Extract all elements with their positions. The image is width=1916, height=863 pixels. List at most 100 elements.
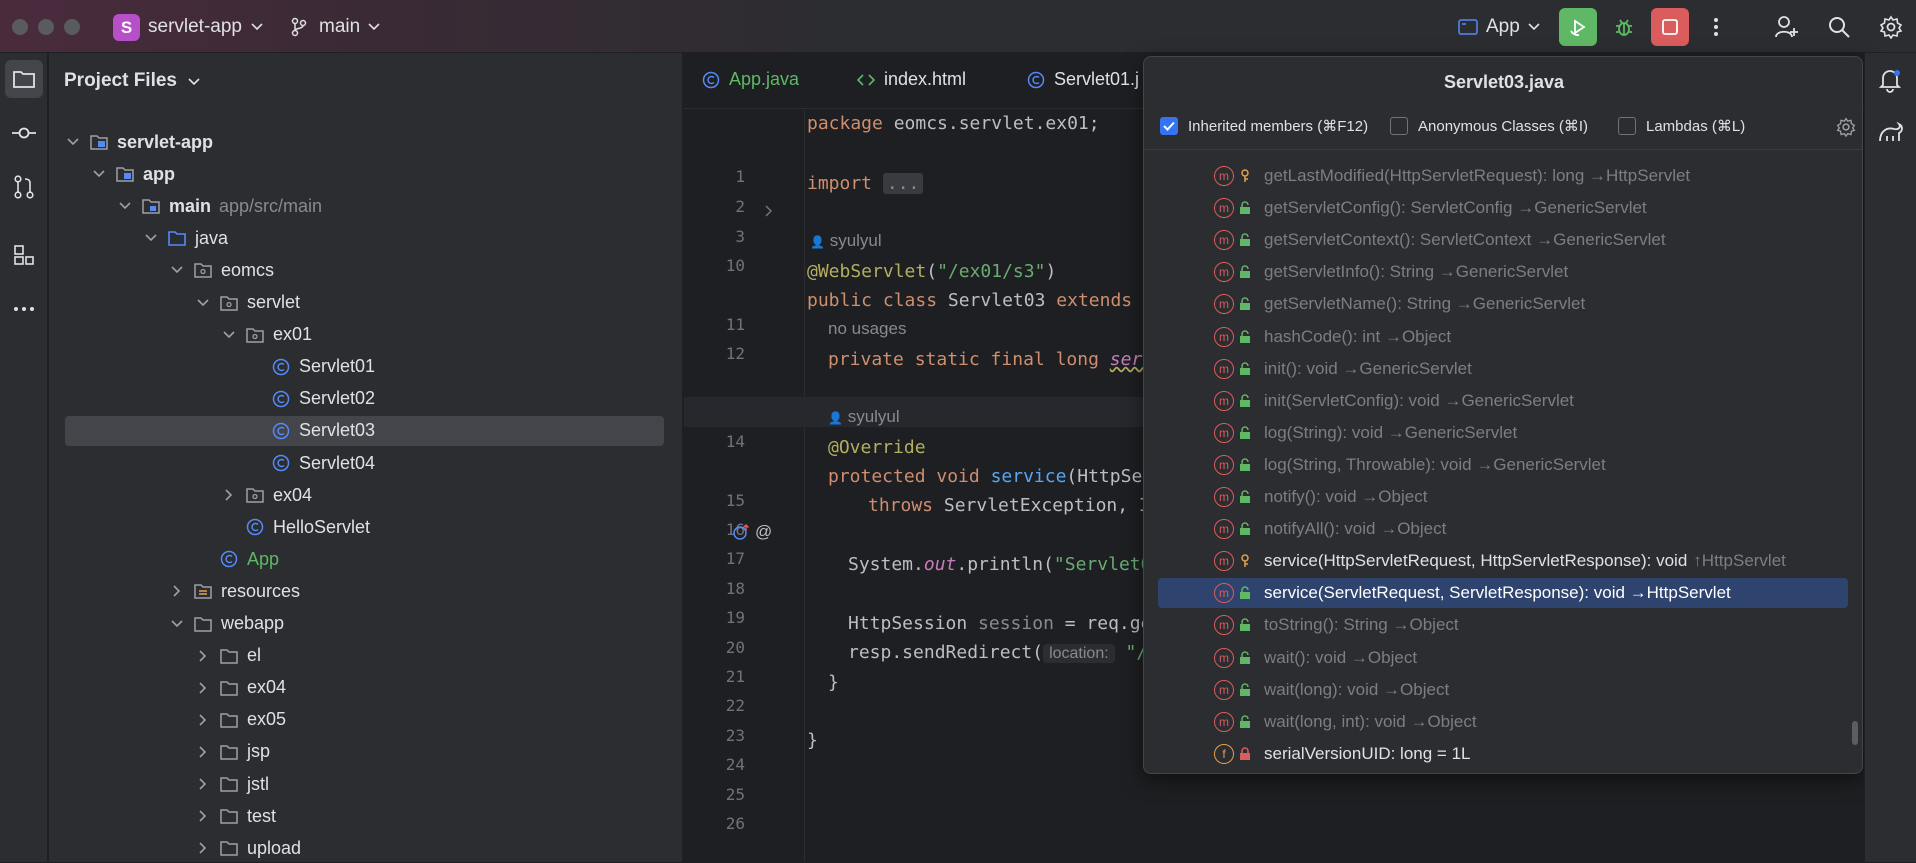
tree-item[interactable]: jsp bbox=[49, 737, 669, 767]
member-item[interactable]: m service(ServletRequest, ServletResponse… bbox=[1158, 578, 1848, 609]
lambdas-checkbox[interactable]: Lambdas (⌘L) bbox=[1618, 117, 1745, 135]
tab-servlet01-java[interactable]: Servlet01.j bbox=[1026, 69, 1139, 90]
chevron-right-icon[interactable] bbox=[195, 744, 211, 760]
chevron-down-icon[interactable] bbox=[1524, 14, 1544, 40]
member-item[interactable]: m getLastModified(HttpServletRequest): lo… bbox=[1158, 161, 1848, 191]
chevron-down-icon[interactable] bbox=[65, 134, 81, 150]
member-item[interactable]: m wait(long, int): void →Object bbox=[1158, 707, 1848, 737]
debug-button[interactable] bbox=[1605, 8, 1643, 46]
code-line-17[interactable]: throws ServletException, IO bbox=[868, 495, 1161, 516]
chevron-right-icon[interactable] bbox=[195, 808, 211, 824]
scrollbar-thumb[interactable] bbox=[1852, 721, 1858, 745]
code-line-15[interactable]: @Override bbox=[828, 437, 926, 458]
code-line-23[interactable]: } bbox=[828, 672, 839, 693]
popup-settings-button[interactable] bbox=[1836, 117, 1856, 142]
code-line-21[interactable]: HttpSession session = req.getS bbox=[848, 613, 1173, 634]
code-line-3[interactable]: import ... bbox=[807, 173, 924, 194]
chevron-down-icon[interactable] bbox=[91, 166, 107, 182]
code-line-13[interactable]: private static final long seria bbox=[828, 349, 1164, 370]
member-item[interactable]: m getServletName(): String →GenericServle… bbox=[1158, 289, 1848, 319]
branch-name[interactable]: main bbox=[319, 16, 360, 38]
tree-item[interactable]: Servlet01 bbox=[49, 352, 669, 382]
chevron-down-icon[interactable] bbox=[195, 295, 211, 311]
tree-item[interactable]: Servlet03 bbox=[65, 415, 664, 446]
chevron-down-icon[interactable] bbox=[143, 230, 159, 246]
tab-index-html[interactable]: index.html bbox=[856, 69, 966, 90]
author-hint[interactable]: 👤 syulyul bbox=[828, 407, 900, 427]
member-item[interactable]: m getServletContext(): ServletContext →Ge… bbox=[1158, 225, 1848, 255]
chevron-down-icon[interactable] bbox=[221, 327, 237, 343]
chevron-right-icon[interactable] bbox=[195, 712, 211, 728]
chevron-right-icon[interactable] bbox=[195, 840, 211, 856]
tree-item[interactable]: HelloServlet bbox=[49, 512, 669, 542]
tree-item[interactable]: upload bbox=[49, 833, 669, 863]
tree-item[interactable]: jstl bbox=[49, 769, 669, 799]
minimize-window-button[interactable] bbox=[38, 19, 54, 35]
notifications-button[interactable] bbox=[1877, 67, 1903, 98]
member-item[interactable]: m wait(): void →Object bbox=[1158, 643, 1848, 673]
tree-item[interactable]: resources bbox=[49, 576, 669, 606]
code-line-16[interactable]: protected void service(HttpServ bbox=[828, 466, 1164, 487]
tree-item[interactable]: Servlet04 bbox=[49, 448, 669, 478]
more-actions-button[interactable] bbox=[1697, 8, 1735, 46]
member-item[interactable]: m getServletConfig(): ServletConfig →Gene… bbox=[1158, 193, 1848, 223]
chevron-right-icon[interactable] bbox=[195, 648, 211, 664]
close-window-button[interactable] bbox=[12, 19, 28, 35]
code-line-11[interactable]: @WebServlet("/ex01/s3") bbox=[807, 261, 1056, 282]
chevron-down-icon[interactable] bbox=[169, 262, 185, 278]
anonymous-classes-checkbox[interactable]: Anonymous Classes (⌘I) bbox=[1390, 117, 1588, 135]
code-line-25[interactable]: } bbox=[807, 730, 818, 751]
member-item[interactable]: m hashCode(): int →Object bbox=[1158, 322, 1848, 352]
tree-item[interactable]: ex01 bbox=[49, 320, 669, 350]
member-item[interactable]: m log(String): void →GenericServlet bbox=[1158, 418, 1848, 448]
code-line-1[interactable]: package eomcs.servlet.ex01; bbox=[807, 113, 1100, 134]
tree-item[interactable]: servlet-app bbox=[49, 127, 669, 157]
run-config-name[interactable]: App bbox=[1486, 16, 1520, 38]
chevron-down-icon[interactable] bbox=[247, 14, 267, 40]
code-line-12[interactable]: public class Servlet03 extends Htt bbox=[807, 290, 1175, 311]
tree-item[interactable]: servlet bbox=[49, 288, 669, 318]
commit-tool-button[interactable] bbox=[5, 114, 43, 152]
tab-app-java[interactable]: App.java bbox=[701, 69, 799, 90]
annotation-marker-icon[interactable]: @ bbox=[755, 522, 772, 542]
tree-item[interactable]: ex04 bbox=[49, 480, 669, 510]
stop-button[interactable] bbox=[1651, 8, 1689, 46]
chevron-down-icon[interactable] bbox=[117, 198, 133, 214]
tree-item[interactable]: eomcs bbox=[49, 255, 669, 285]
member-item[interactable]: m log(String, Throwable): void →GenericSe… bbox=[1158, 450, 1848, 480]
tree-item[interactable]: java bbox=[49, 223, 669, 253]
rerun-button[interactable] bbox=[1559, 8, 1597, 46]
fold-chevron-icon[interactable] bbox=[764, 204, 774, 222]
project-tool-button[interactable] bbox=[5, 60, 43, 98]
member-item[interactable]: m init(): void →GenericServlet bbox=[1158, 354, 1848, 384]
member-item[interactable]: m wait(long): void →Object bbox=[1158, 675, 1848, 705]
maximize-window-button[interactable] bbox=[64, 19, 80, 35]
tree-item[interactable]: Servlet02 bbox=[49, 384, 669, 414]
usages-hint[interactable]: no usages bbox=[828, 319, 906, 339]
chevron-down-icon[interactable] bbox=[169, 616, 185, 632]
member-item[interactable]: m service(HttpServletRequest, HttpServlet… bbox=[1158, 546, 1848, 576]
branch-icon[interactable] bbox=[287, 12, 311, 42]
add-user-button[interactable] bbox=[1768, 8, 1806, 46]
tree-item[interactable]: main app/src/main bbox=[49, 191, 669, 221]
project-name[interactable]: servlet-app bbox=[148, 16, 242, 38]
member-item[interactable]: m init(ServletConfig): void →GenericServl… bbox=[1158, 386, 1848, 416]
tree-item[interactable]: el bbox=[49, 641, 669, 671]
settings-button[interactable] bbox=[1872, 8, 1910, 46]
tree-item[interactable]: ex04 bbox=[49, 673, 669, 703]
panel-title[interactable]: Project Files bbox=[64, 70, 200, 92]
member-item[interactable]: m notify(): void →Object bbox=[1158, 482, 1848, 512]
member-item[interactable]: m toString(): String →Object bbox=[1158, 610, 1848, 640]
code-line-22[interactable]: resp.sendRedirect(location: "/ bbox=[848, 642, 1147, 663]
chevron-right-icon[interactable] bbox=[195, 776, 211, 792]
member-item[interactable]: m getServletInfo(): String →GenericServle… bbox=[1158, 257, 1848, 287]
inherited-members-checkbox[interactable]: Inherited members (⌘F12) bbox=[1160, 117, 1368, 135]
structure-tool-button[interactable] bbox=[5, 236, 43, 274]
author-hint[interactable]: 👤 syulyul bbox=[810, 231, 882, 251]
tree-item[interactable]: webapp bbox=[49, 609, 669, 639]
chevron-down-icon[interactable] bbox=[364, 14, 384, 40]
chevron-right-icon[interactable] bbox=[169, 583, 185, 599]
pull-requests-tool-button[interactable] bbox=[5, 168, 43, 206]
override-marker-icon[interactable] bbox=[732, 523, 750, 546]
code-line-19[interactable]: System.out.println("Servlet03 bbox=[848, 554, 1162, 575]
